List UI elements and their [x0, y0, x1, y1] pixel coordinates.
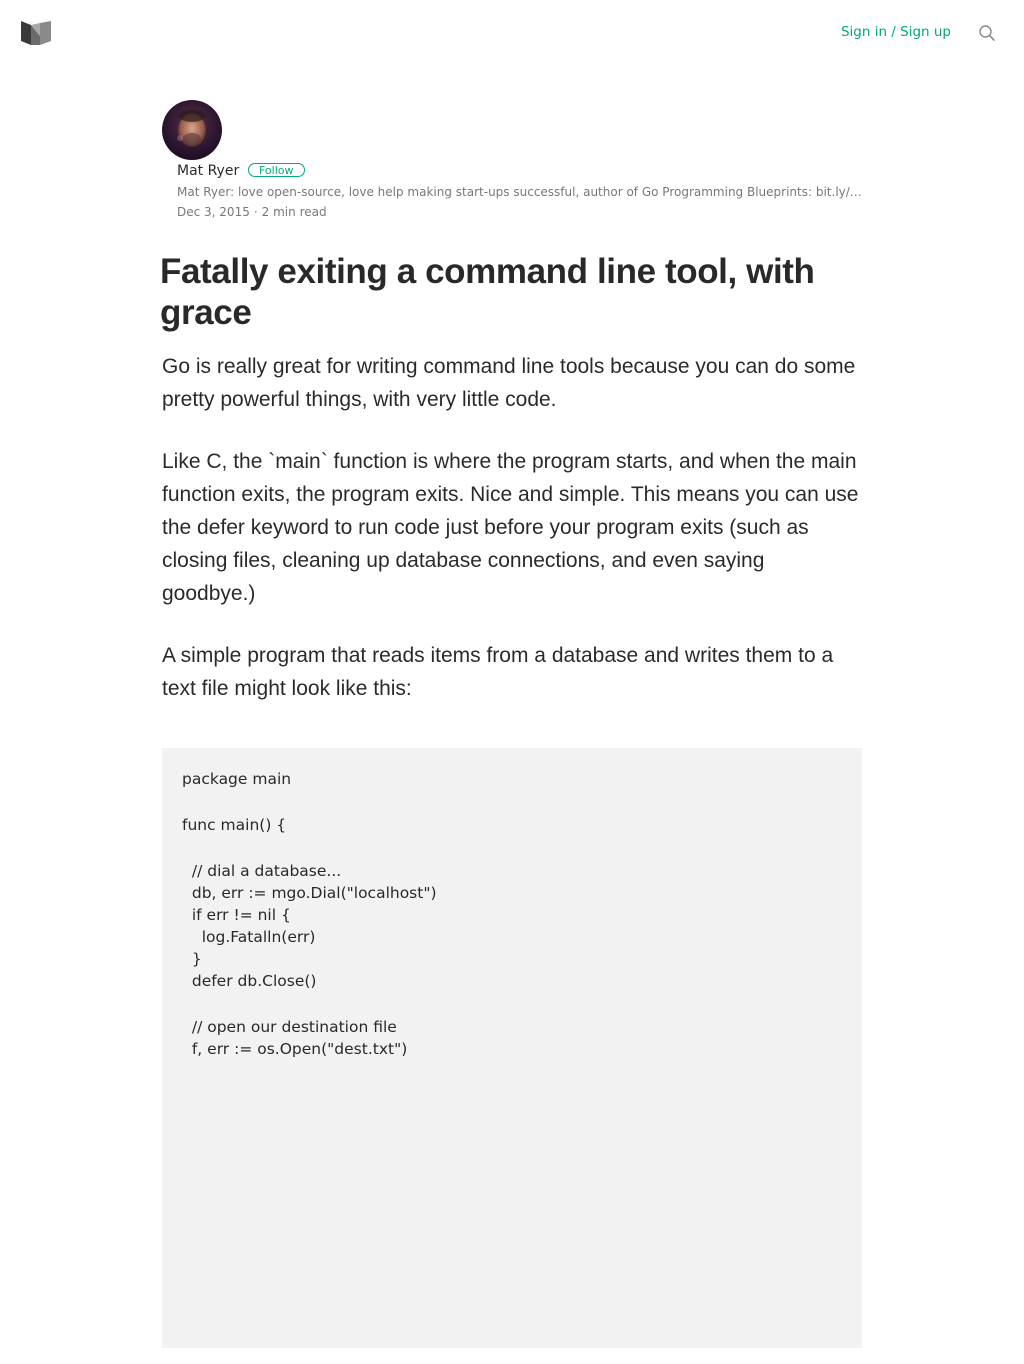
read-time: 2 min read	[261, 205, 327, 219]
post-date[interactable]: Dec 3, 2015	[177, 205, 250, 219]
author-bio: Mat Ryer: love open-source, love help ma…	[177, 185, 863, 199]
article-paragraph: Go is really great for writing command l…	[162, 355, 856, 411]
article-title: Fatally exiting a command line tool, wit…	[160, 252, 815, 332]
code-line: package main	[182, 770, 292, 788]
author-name[interactable]: Mat Ryer	[177, 162, 239, 180]
code-line: db, err := mgo.Dial("localhost")	[182, 884, 437, 902]
code-line: defer db.Close()	[182, 972, 317, 990]
article-paragraph: A simple program that reads items from a…	[162, 644, 834, 700]
article: Mat Ryer Follow Mat Ryer: love open-sour…	[160, 100, 863, 1364]
medium-logo-icon[interactable]	[20, 19, 53, 46]
article-paragraph: Like C, the `main` function is where the…	[162, 450, 859, 605]
search-icon[interactable]	[978, 24, 996, 42]
code-line: f, err := os.Open("dest.txt")	[182, 1040, 408, 1058]
code-line: // dial a database...	[182, 862, 342, 880]
follow-button[interactable]: Follow	[248, 163, 305, 177]
author-block: Mat Ryer Follow Mat Ryer: love open-sour…	[162, 100, 863, 225]
code-line: }	[182, 950, 202, 968]
top-bar: Sign in / Sign up	[0, 0, 1024, 65]
sign-in-link[interactable]: Sign in / Sign up	[841, 23, 951, 41]
code-line: // open our destination file	[182, 1018, 397, 1036]
post-meta: Dec 3, 2015 · 2 min read	[177, 204, 327, 220]
author-avatar-image	[162, 100, 222, 160]
code-line: func main() {	[182, 816, 287, 834]
code-line: log.Fatalln(err)	[182, 928, 316, 946]
meta-separator: ·	[253, 205, 258, 219]
code-block: package main func main() { // dial a data…	[162, 748, 862, 1348]
avatar[interactable]	[162, 100, 222, 160]
code-line: if err != nil {	[182, 906, 291, 924]
